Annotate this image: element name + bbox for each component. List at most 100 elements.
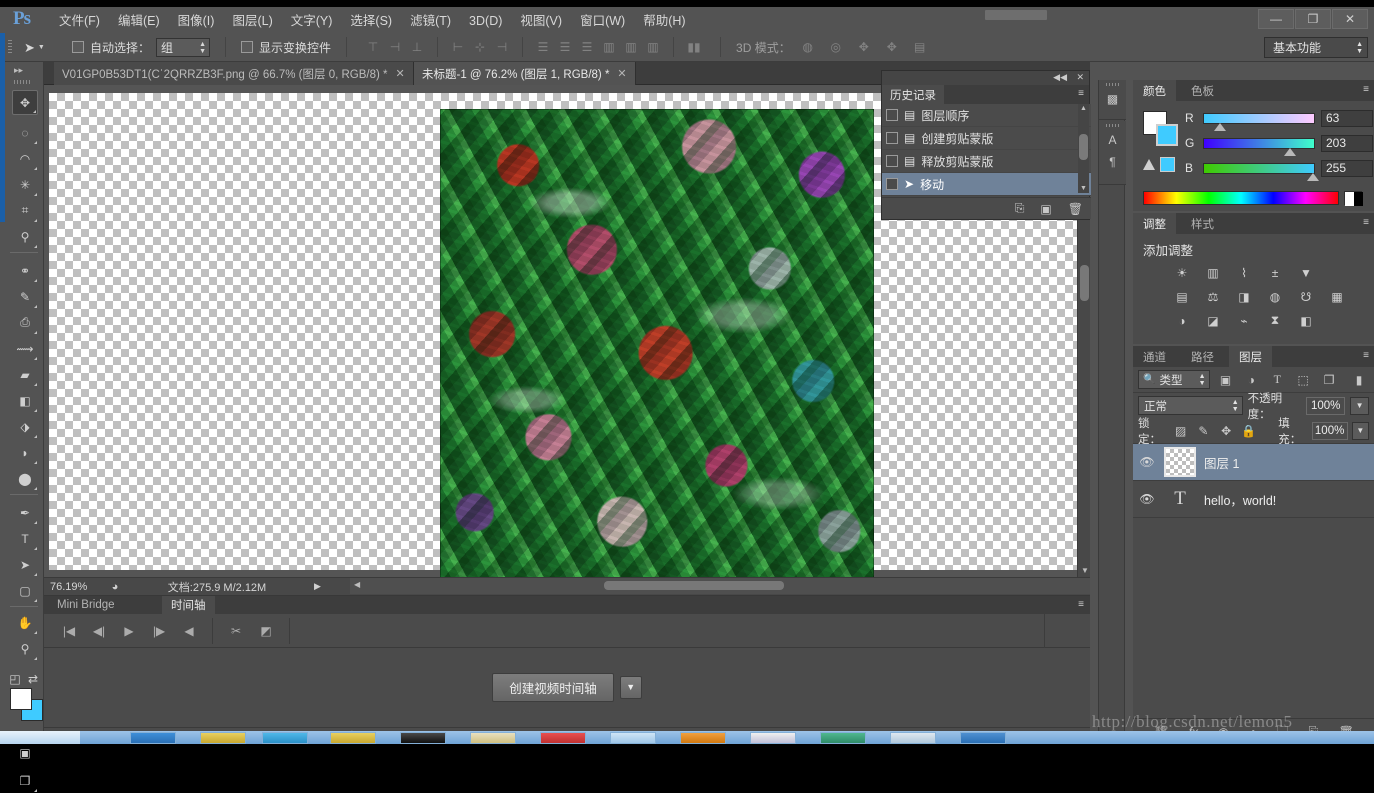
distribute-bottom-edges-icon[interactable]: ☰ [576, 37, 598, 58]
show-transform-checkbox[interactable] [241, 41, 254, 53]
channel-slider-thumb-r[interactable] [1214, 122, 1226, 131]
tool-eyedropper[interactable]: ⚲ [12, 224, 38, 249]
history-item-active[interactable]: ➤ 移动 [882, 173, 1091, 196]
opacity-value[interactable]: 100% [1306, 396, 1346, 415]
start-button[interactable] [0, 731, 80, 744]
audio-icon[interactable]: ◀ [174, 616, 204, 646]
close-button[interactable]: ✕ [1332, 9, 1368, 29]
tool-spot-healing[interactable]: ⚭ [12, 258, 38, 283]
panel-menu-icon[interactable]: ≡ [1363, 350, 1369, 361]
taskbar-item-3[interactable] [262, 732, 308, 744]
tab-paths[interactable]: 路径 [1181, 346, 1224, 367]
taskbar-item-13[interactable] [960, 732, 1006, 744]
taskbar-item-1[interactable] [130, 732, 176, 744]
gamut-alternate-swatch[interactable] [1160, 157, 1175, 172]
menu-item-image[interactable]: 图像(I) [169, 12, 224, 30]
tool-rectangle[interactable]: ▢ [12, 578, 38, 603]
channel-value-g[interactable]: 203 [1321, 134, 1373, 152]
close-icon[interactable]: ✕ [1076, 72, 1084, 83]
align-bottom-edges-icon[interactable]: ⊥ [406, 37, 428, 58]
lock-all-icon[interactable]: 🔒 [1240, 421, 1259, 441]
scroll-down-icon[interactable]: ▼ [1081, 566, 1089, 575]
color-lookup-icon[interactable]: ▦ [1326, 287, 1348, 306]
tool-type[interactable]: T [12, 526, 38, 551]
out-of-gamut-warning[interactable] [1143, 157, 1175, 172]
history-item[interactable]: ▤ 图层顺序 [882, 104, 1091, 127]
menu-item-layer[interactable]: 图层(L) [223, 12, 281, 30]
pan-3d-icon[interactable]: ✥ [853, 37, 875, 58]
align-right-edges-icon[interactable]: ⊣ [491, 37, 513, 58]
black-swatch[interactable] [1354, 192, 1363, 206]
prev-frame-icon[interactable]: ◀| [84, 616, 114, 646]
rail-grip[interactable] [1105, 83, 1120, 86]
photo-filter-icon[interactable]: ◍ [1264, 287, 1286, 306]
levels-icon[interactable]: ▥ [1202, 263, 1224, 282]
tool-pen[interactable]: ✒ [12, 500, 38, 525]
slide-3d-icon[interactable]: ✥ [881, 37, 903, 58]
fill-value[interactable]: 100% [1311, 421, 1348, 440]
taskbar-item-11[interactable] [820, 732, 866, 744]
vertical-scroll-thumb[interactable] [1080, 265, 1089, 301]
close-icon[interactable]: ✕ [617, 67, 626, 80]
scroll-down-icon[interactable]: ▼ [1080, 185, 1087, 192]
minimize-button[interactable]: — [1258, 9, 1294, 29]
create-video-timeline-button[interactable]: 创建视频时间轴 [492, 672, 614, 702]
current-tool-indicator[interactable]: ➤ ▼ [24, 37, 64, 58]
threshold-icon[interactable]: ⌁ [1233, 311, 1255, 330]
panel-menu-icon[interactable]: ≡ [1078, 599, 1084, 610]
tool-lasso[interactable]: ◠ [12, 146, 38, 171]
exposure-icon[interactable]: ± [1264, 263, 1286, 282]
align-left-edges-icon[interactable]: ⊢ [447, 37, 469, 58]
menu-item-3d[interactable]: 3D(D) [460, 12, 511, 30]
tool-magic-wand[interactable]: ✳ [12, 172, 38, 197]
collapse-panel-icon[interactable]: ▸▸ [14, 65, 23, 76]
tool-paint-bucket[interactable]: ⬗ [12, 414, 38, 439]
channel-slider-thumb-g[interactable] [1284, 147, 1296, 156]
tool-hand[interactable]: ✋ [12, 610, 38, 635]
layer-name[interactable]: 图层 1 [1204, 453, 1239, 472]
taskbar-item-6[interactable] [470, 732, 516, 744]
paragraph-panel-icon[interactable]: ¶ [1099, 151, 1126, 173]
channel-slider-r[interactable] [1203, 112, 1315, 131]
foreground-color-swatch[interactable] [10, 688, 32, 710]
tool-clone-stamp[interactable]: ⎙ [12, 310, 38, 335]
canvas-horizontal-scrollbar[interactable]: ◀ [44, 577, 1090, 595]
tool-marquee[interactable]: ◌ [12, 120, 38, 145]
tab-mini-bridge[interactable]: Mini Bridge [48, 596, 124, 614]
blend-mode-dropdown[interactable]: 正常 ▲ ▼ [1138, 396, 1243, 415]
layer-filter-type-dropdown[interactable]: 🔍 类型 ▲ ▼ [1138, 370, 1210, 389]
tab-history[interactable]: 历史记录 [882, 85, 944, 104]
history-scroll-thumb[interactable] [1079, 134, 1088, 160]
black-white-ramp[interactable] [1344, 191, 1363, 206]
channel-slider-b[interactable] [1203, 162, 1319, 181]
play-icon[interactable]: ▶ [114, 616, 144, 646]
taskbar-item-10[interactable] [750, 732, 796, 744]
lock-image-pixels-icon[interactable]: ✎ [1194, 421, 1213, 441]
taskbar-item-9[interactable] [680, 732, 726, 744]
shape-filter-icon[interactable]: ⬚ [1293, 370, 1313, 390]
lock-position-icon[interactable]: ✥ [1217, 421, 1236, 441]
tool-crop[interactable]: ⌗ [12, 198, 38, 223]
fill-dropdown-icon[interactable]: ▼ [1351, 421, 1369, 440]
layer-list[interactable]: 👁 图层 1 👁 T hello，world! [1133, 444, 1374, 518]
cut-icon[interactable]: ✂ [221, 616, 251, 646]
tool-blur[interactable]: ◗ [12, 440, 38, 465]
invert-icon[interactable]: ◑ [1171, 311, 1193, 330]
tool-eraser[interactable]: ▰ [12, 362, 38, 387]
horizontal-scroll-thumb[interactable] [604, 581, 784, 590]
canvas-artwork[interactable] [440, 109, 874, 577]
distribute-left-edges-icon[interactable]: ▥ [598, 37, 620, 58]
layer-row[interactable]: 👁 T hello，world! [1133, 481, 1374, 518]
text-layer-thumbnail-icon[interactable]: T [1164, 484, 1196, 514]
eye-icon[interactable]: 👁 [1138, 455, 1156, 469]
channel-slider-thumb-b[interactable] [1307, 172, 1319, 181]
filter-toggle-switch[interactable]: ▮ [1349, 370, 1369, 390]
tab-color[interactable]: 颜色 [1133, 80, 1176, 101]
taskbar-item-4[interactable] [330, 732, 376, 744]
align-top-edges-icon[interactable]: ⊤ [362, 37, 384, 58]
tools-panel-grip[interactable] [14, 80, 32, 84]
3d-panel-icon[interactable]: ▩ [1099, 88, 1126, 110]
menu-item-select[interactable]: 选择(S) [341, 12, 401, 30]
taskbar-item-7[interactable] [540, 732, 586, 744]
adjustment-filter-icon[interactable]: ◑ [1241, 370, 1261, 390]
